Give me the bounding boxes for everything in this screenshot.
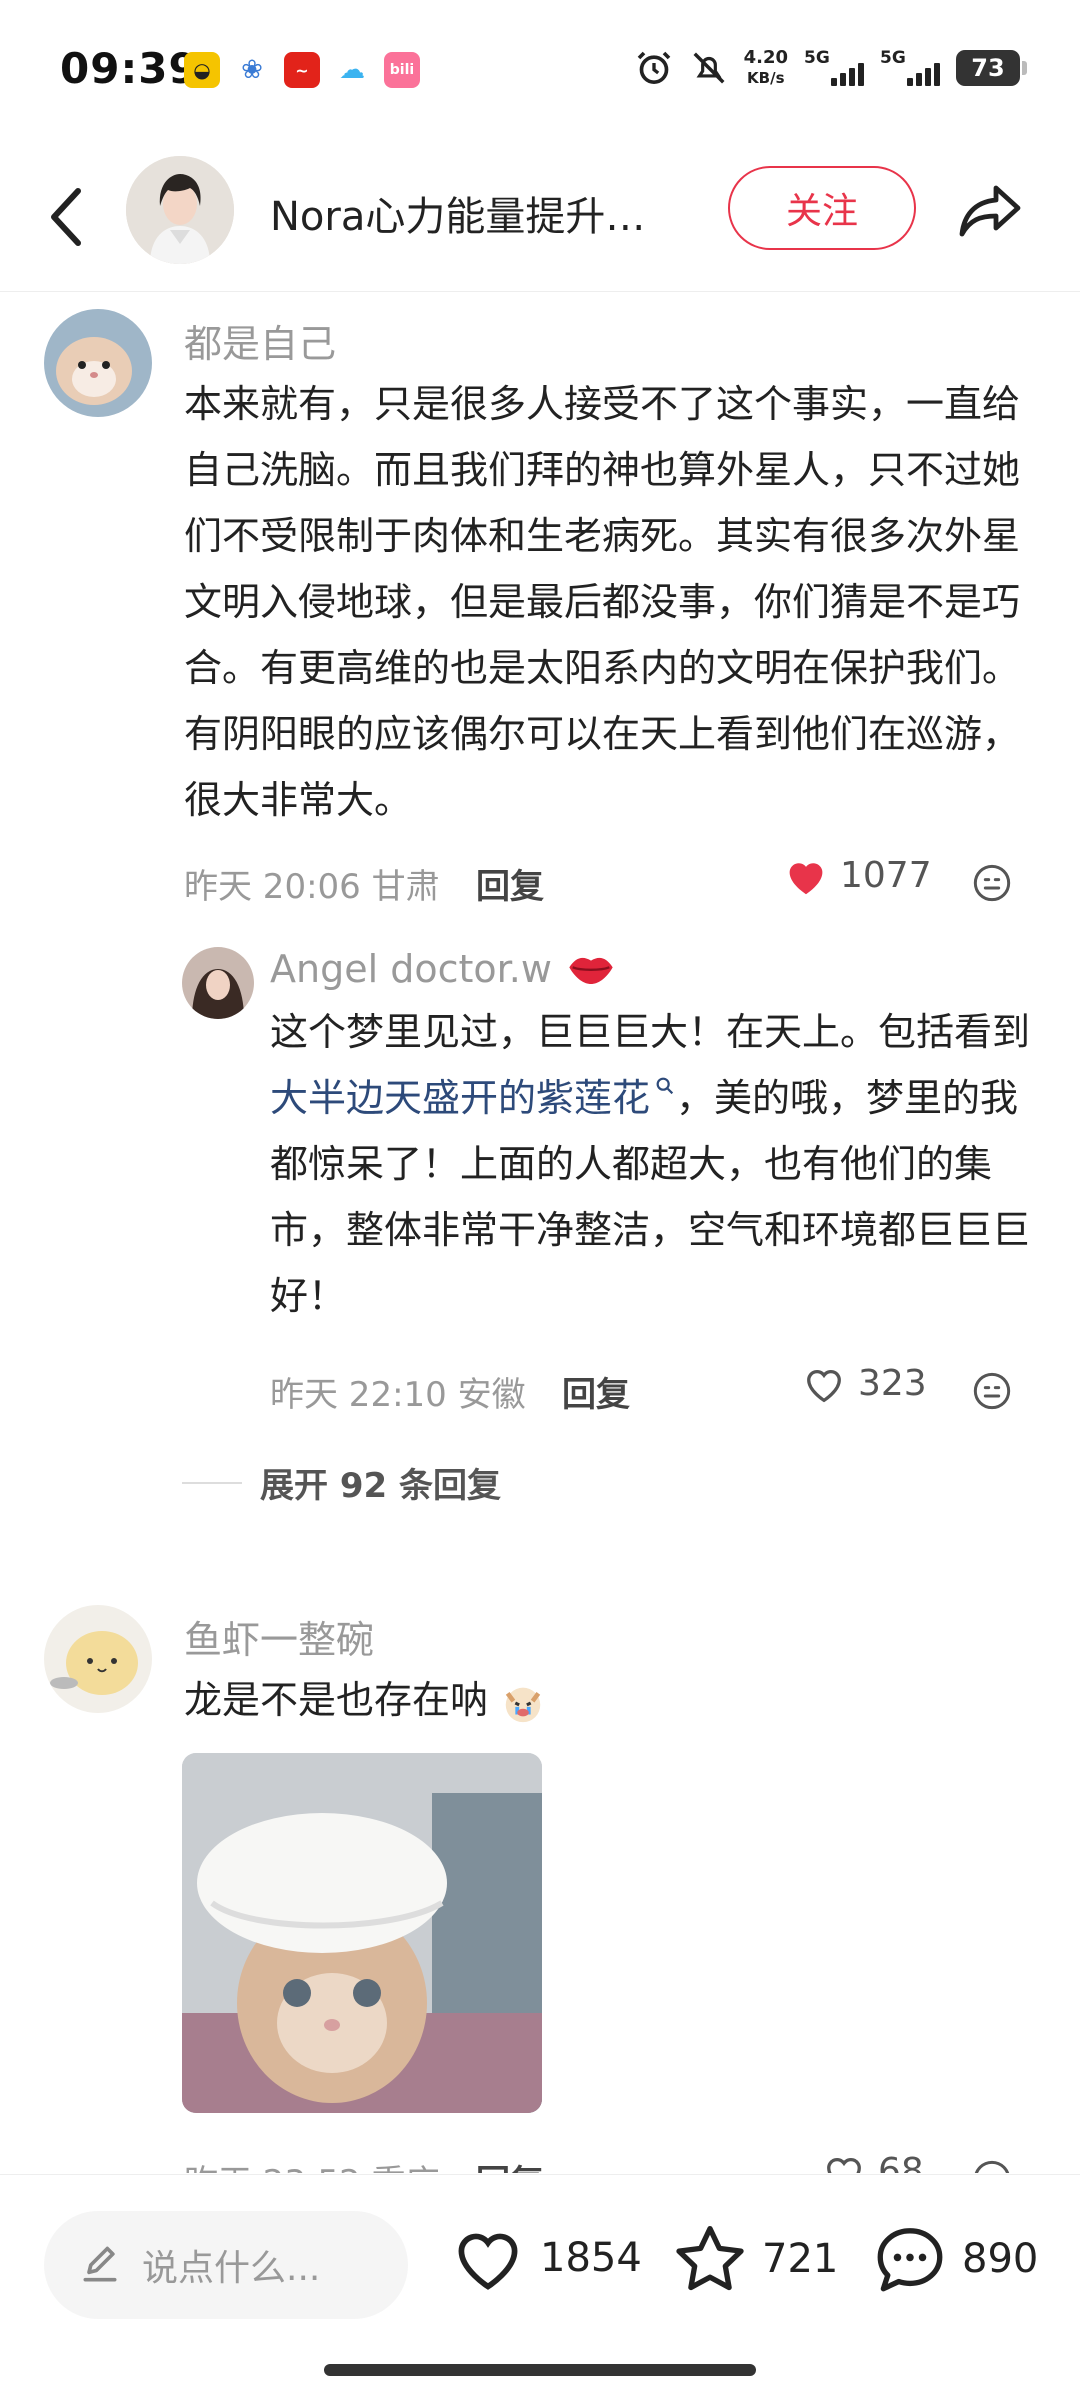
heart-filled-icon xyxy=(789,862,823,894)
app-notification-icon: ❀ xyxy=(234,52,270,88)
chevron-left-icon xyxy=(51,188,81,246)
battery-indicator: 73 xyxy=(956,50,1027,86)
note-detail-screen: 09:39 ◒ ❀ ~ ☁ bili 4.20 KB/s 5G 5G 73 No… xyxy=(0,0,1080,2400)
author-portrait xyxy=(126,156,234,264)
comment-username[interactable]: 鱼虾一整碗 xyxy=(184,1609,374,1664)
like-button[interactable]: 68 xyxy=(822,2151,924,2173)
comment-bubble-icon xyxy=(877,2228,943,2292)
crying-dog-emoji-icon xyxy=(505,1687,541,1722)
comment-text: 龙是不是也存在呐 xyxy=(184,1667,1034,1733)
star-outline-icon xyxy=(676,2225,744,2291)
follow-button[interactable]: 关注 xyxy=(728,166,916,250)
app-notification-icon: ◒ xyxy=(184,52,220,88)
author-name[interactable]: Nora心力能量提升… xyxy=(270,184,690,242)
divider xyxy=(182,1481,242,1484)
heart-outline-icon xyxy=(827,2157,861,2173)
pencil-icon xyxy=(83,2246,117,2282)
signal-icon: 5G xyxy=(880,48,940,88)
comment-meta: 昨天 20:06 甘肃 xyxy=(184,867,440,907)
comment-username[interactable]: 都是自己 xyxy=(184,313,336,368)
emoji-react-icon[interactable] xyxy=(972,863,1012,903)
hamster-avatar-image xyxy=(44,309,152,417)
notification-icons: ◒ ❀ ~ ☁ bili xyxy=(184,52,420,88)
note-like-count: 1854 xyxy=(540,2235,642,2281)
comment-list: 都是自己 本来就有，只是很多人接受不了这个事实，一直给自己洗脑。而且我们拜的神也… xyxy=(0,293,1080,2173)
network-speed: 4.20 KB/s xyxy=(743,47,788,88)
like-note-button[interactable]: 1854 xyxy=(450,2223,642,2293)
signal-icon: 5G xyxy=(804,48,864,88)
search-keyword-link[interactable]: 大半边天盛开的紫莲花 xyxy=(270,1076,676,1120)
reply-button[interactable]: 回复 xyxy=(476,859,544,908)
heart-outline-icon xyxy=(807,1369,841,1402)
comment-input-placeholder: 说点什么... xyxy=(142,2248,321,2289)
reply-meta: 昨天 22:10 安徽 xyxy=(270,1375,526,1415)
back-button[interactable] xyxy=(36,182,96,252)
app-notification-icon: ~ xyxy=(284,52,320,88)
emoji-react-icon[interactable] xyxy=(972,1371,1012,1411)
share-button[interactable] xyxy=(950,172,1030,252)
comment-count: 890 xyxy=(962,2236,1039,2282)
status-bar: 09:39 ◒ ❀ ~ ☁ bili 4.20 KB/s 5G 5G 73 xyxy=(0,0,1080,140)
comment-image[interactable] xyxy=(182,1753,542,2113)
heart-outline-icon xyxy=(458,2233,518,2290)
reply-avatar-image xyxy=(182,947,254,1019)
app-notification-icon: bili xyxy=(384,52,420,88)
mute-icon xyxy=(693,52,725,84)
like-count: 1077 xyxy=(840,855,932,896)
cat-in-chef-hat-image xyxy=(182,1753,542,2113)
status-time: 09:39 xyxy=(60,44,199,93)
note-header: Nora心力能量提升… 关注 xyxy=(0,140,1080,292)
cartoon-avatar-image xyxy=(44,1605,152,1713)
emoji-react-icon[interactable] xyxy=(972,2159,1012,2173)
home-indicator[interactable] xyxy=(324,2364,756,2376)
avatar[interactable] xyxy=(44,1605,152,1713)
avatar[interactable] xyxy=(182,947,254,1019)
app-notification-icon: ☁ xyxy=(334,52,370,88)
alarm-icon xyxy=(637,51,670,84)
author-avatar[interactable] xyxy=(126,156,234,264)
expand-replies-button[interactable]: 展开 92 条回复 xyxy=(182,1458,501,1507)
reply-text: 这个梦里见过，巨巨巨大！在天上。包括看到 大半边天盛开的紫莲花 ，美的哦，梦里的我… xyxy=(270,1010,1031,1318)
like-count: 323 xyxy=(858,1363,927,1404)
comment-meta: 昨天 23:52 重庆 xyxy=(184,2155,440,2173)
favorite-count: 721 xyxy=(762,2236,839,2282)
comment-input[interactable]: 说点什么... xyxy=(44,2211,408,2319)
lips-icon xyxy=(569,957,613,984)
search-icon xyxy=(656,1077,674,1095)
share-icon xyxy=(959,185,1021,237)
like-button[interactable]: 323 xyxy=(802,1363,927,1404)
like-count: 68 xyxy=(878,2151,924,2173)
reply-button[interactable]: 回复 xyxy=(562,1367,630,1416)
favorite-button[interactable]: 721 xyxy=(672,2223,838,2295)
comment-button[interactable]: 890 xyxy=(872,2223,1038,2295)
comment-text: 本来就有，只是很多人接受不了这个事实，一直给自己洗脑。而且我们拜的神也算外星人，… xyxy=(184,382,1021,822)
system-status: 4.20 KB/s 5G 5G 73 xyxy=(634,47,1027,88)
like-button[interactable]: 1077 xyxy=(784,855,932,896)
reply-username[interactable]: Angel doctor.w xyxy=(270,947,616,991)
avatar[interactable] xyxy=(44,309,152,417)
reply-button[interactable]: 回复 xyxy=(476,2155,544,2173)
